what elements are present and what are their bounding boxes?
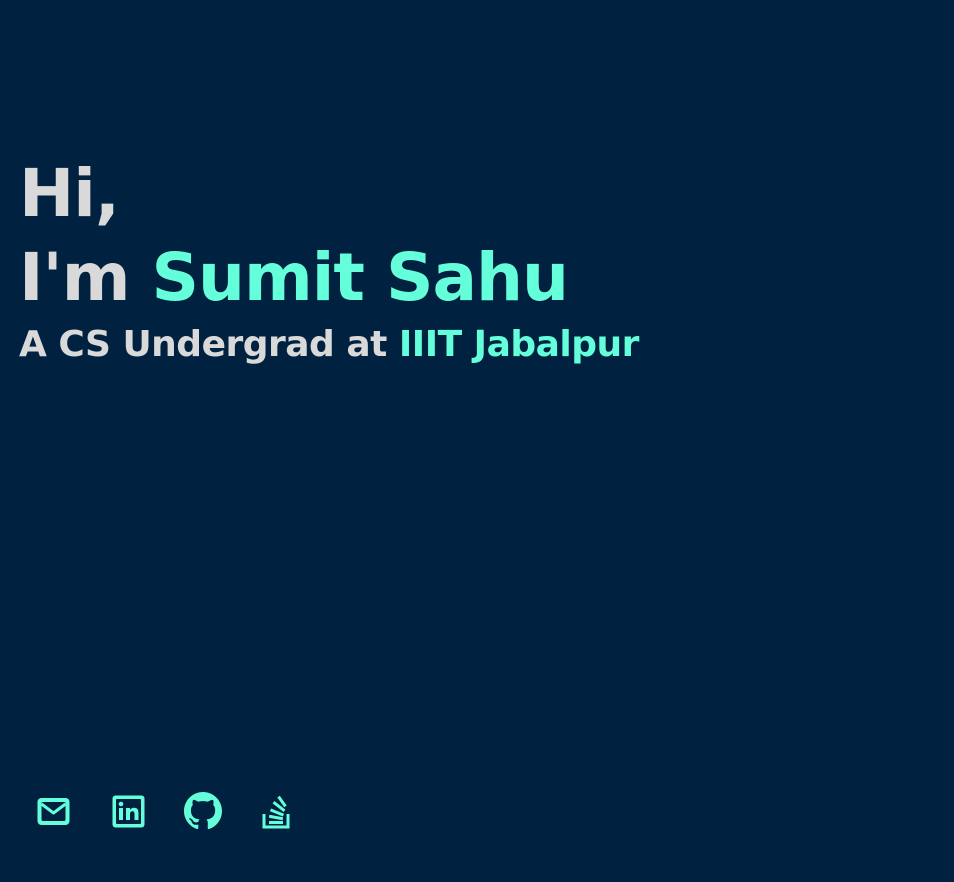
mail-icon — [36, 794, 71, 829]
greeting-heading: Hi, I'm Sumit Sahu — [19, 152, 639, 320]
linkedin-link[interactable] — [109, 792, 147, 830]
github-icon — [184, 792, 222, 830]
hero-name: Sumit Sahu — [151, 239, 569, 316]
github-link[interactable] — [184, 792, 222, 830]
intro-prefix: I'm — [19, 239, 152, 316]
greeting-hi: Hi, — [19, 155, 120, 232]
linkedin-icon — [111, 794, 146, 829]
stackoverflow-link[interactable] — [259, 792, 297, 830]
social-links — [34, 792, 334, 830]
hero-subtitle: A CS Undergrad at IIIT Jabalpur — [19, 323, 639, 367]
hero-section: Hi, I'm Sumit Sahu A CS Undergrad at III… — [19, 152, 639, 367]
page: Hi, I'm Sumit Sahu A CS Undergrad at III… — [0, 0, 954, 882]
institution-name: IIIT Jabalpur — [398, 324, 640, 365]
stackoverflow-icon — [261, 792, 295, 830]
subtitle-prefix: A CS Undergrad at — [19, 324, 399, 365]
email-link[interactable] — [34, 792, 72, 830]
